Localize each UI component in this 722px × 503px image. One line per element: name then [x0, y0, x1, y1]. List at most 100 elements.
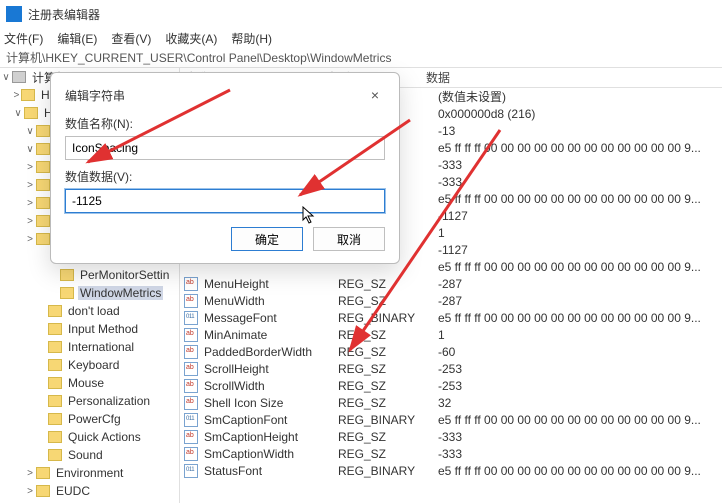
- value-icon: [184, 464, 198, 478]
- folder-icon: [24, 107, 38, 119]
- tree-node[interactable]: PowerCfg: [0, 410, 179, 428]
- value-type: REG_SZ: [336, 277, 436, 291]
- tree-node[interactable]: don't load: [0, 302, 179, 320]
- tree-label: PowerCfg: [66, 412, 123, 426]
- tree-node[interactable]: Keyboard: [0, 356, 179, 374]
- address-bar[interactable]: 计算机\HKEY_CURRENT_USER\Control Panel\Desk…: [0, 48, 722, 68]
- menu-file[interactable]: 文件(F): [4, 30, 43, 47]
- tree-label: Quick Actions: [66, 430, 143, 444]
- expand-icon[interactable]: >: [12, 90, 21, 101]
- value-data: -253: [436, 362, 722, 376]
- folder-icon: [36, 197, 50, 209]
- tree-node[interactable]: Personalization: [0, 392, 179, 410]
- folder-icon: [36, 215, 50, 227]
- tree-label: International: [66, 340, 136, 354]
- value-name: SmCaptionFont: [202, 413, 336, 427]
- list-item[interactable]: Shell Icon SizeREG_SZ32: [180, 394, 722, 411]
- tree-node[interactable]: PerMonitorSettin: [0, 266, 179, 284]
- folder-icon: [48, 305, 62, 317]
- folder-icon: [12, 71, 26, 83]
- value-icon: [184, 430, 198, 444]
- expand-icon[interactable]: >: [24, 486, 36, 497]
- list-item[interactable]: SmCaptionFontREG_BINARYe5 ff ff ff 00 00…: [180, 411, 722, 428]
- value-icon: [184, 294, 198, 308]
- expand-icon[interactable]: ∨: [24, 126, 36, 137]
- folder-icon: [36, 233, 50, 245]
- value-name: MenuWidth: [202, 294, 336, 308]
- app-icon: [6, 6, 22, 22]
- value-name: ScrollHeight: [202, 362, 336, 376]
- value-type: REG_SZ: [336, 345, 436, 359]
- list-item[interactable]: MinAnimateREG_SZ1: [180, 326, 722, 343]
- cancel-button[interactable]: 取消: [313, 227, 385, 251]
- menu-help[interactable]: 帮助(H): [231, 30, 272, 47]
- value-data: -60: [436, 345, 722, 359]
- tree-node[interactable]: Sound: [0, 446, 179, 464]
- value-data: -253: [436, 379, 722, 393]
- list-item[interactable]: ScrollWidthREG_SZ-253: [180, 377, 722, 394]
- value-name: MessageFont: [202, 311, 336, 325]
- value-data: -333: [436, 447, 722, 461]
- tree-label: Environment: [54, 466, 125, 480]
- name-input[interactable]: [65, 136, 385, 160]
- expand-icon[interactable]: >: [24, 234, 36, 245]
- value-data: 32: [436, 396, 722, 410]
- value-type: REG_SZ: [336, 430, 436, 444]
- menu-edit[interactable]: 编辑(E): [57, 30, 97, 47]
- list-item[interactable]: MenuWidthREG_SZ-287: [180, 292, 722, 309]
- expand-icon[interactable]: >: [24, 198, 36, 209]
- folder-icon: [36, 161, 50, 173]
- list-item[interactable]: SmCaptionHeightREG_SZ-333: [180, 428, 722, 445]
- data-input[interactable]: [65, 189, 385, 213]
- list-item[interactable]: MessageFontREG_BINARYe5 ff ff ff 00 00 0…: [180, 309, 722, 326]
- menu-view[interactable]: 查看(V): [111, 30, 151, 47]
- value-data: -1127: [436, 243, 722, 257]
- value-icon: [184, 447, 198, 461]
- value-icon: [184, 396, 198, 410]
- folder-icon: [36, 179, 50, 191]
- list-item[interactable]: ScrollHeightREG_SZ-253: [180, 360, 722, 377]
- expand-icon[interactable]: >: [24, 468, 36, 479]
- tree-node[interactable]: WindowMetrics: [0, 284, 179, 302]
- list-item[interactable]: StatusFontREG_BINARYe5 ff ff ff 00 00 00…: [180, 462, 722, 479]
- expand-icon[interactable]: ∨: [12, 108, 24, 119]
- expand-icon[interactable]: >: [24, 216, 36, 227]
- tree-node[interactable]: Quick Actions: [0, 428, 179, 446]
- folder-icon: [48, 413, 62, 425]
- value-data: e5 ff ff ff 00 00 00 00 00 00 00 00 00 0…: [436, 141, 722, 155]
- value-data: 1: [436, 328, 722, 342]
- expand-icon[interactable]: ∨: [24, 144, 36, 155]
- value-data: e5 ff ff ff 00 00 00 00 00 00 00 00 00 0…: [436, 260, 722, 274]
- expand-icon[interactable]: >: [24, 180, 36, 191]
- tree-node[interactable]: Input Method: [0, 320, 179, 338]
- close-icon[interactable]: ×: [365, 87, 385, 103]
- value-icon: [184, 413, 198, 427]
- value-data: -333: [436, 158, 722, 172]
- value-icon: [184, 277, 198, 291]
- data-label: 数值数据(V):: [65, 168, 385, 185]
- col-data[interactable]: 数据: [420, 69, 722, 86]
- list-item[interactable]: SmCaptionWidthREG_SZ-333: [180, 445, 722, 462]
- ok-button[interactable]: 确定: [231, 227, 303, 251]
- value-icon: [184, 362, 198, 376]
- tree-node[interactable]: >EUDC: [0, 482, 179, 500]
- value-type: REG_BINARY: [336, 464, 436, 478]
- value-name: StatusFont: [202, 464, 336, 478]
- value-data: (数值未设置): [436, 88, 722, 105]
- list-item[interactable]: MenuHeightREG_SZ-287: [180, 275, 722, 292]
- tree-node[interactable]: Mouse: [0, 374, 179, 392]
- list-item[interactable]: PaddedBorderWidthREG_SZ-60: [180, 343, 722, 360]
- menu-fav[interactable]: 收藏夹(A): [165, 30, 217, 47]
- value-data: 0x000000d8 (216): [436, 107, 722, 121]
- expand-icon[interactable]: >: [24, 162, 36, 173]
- value-data: -13: [436, 124, 722, 138]
- value-name: MinAnimate: [202, 328, 336, 342]
- value-type: REG_SZ: [336, 379, 436, 393]
- expand-icon[interactable]: ∨: [0, 72, 12, 83]
- value-icon: [184, 379, 198, 393]
- tree-node[interactable]: International: [0, 338, 179, 356]
- tree-node[interactable]: > Environment: [0, 464, 179, 482]
- folder-icon: [60, 287, 74, 299]
- value-name: SmCaptionWidth: [202, 447, 336, 461]
- edit-string-dialog: 编辑字符串 × 数值名称(N): 数值数据(V): 确定 取消: [50, 72, 400, 264]
